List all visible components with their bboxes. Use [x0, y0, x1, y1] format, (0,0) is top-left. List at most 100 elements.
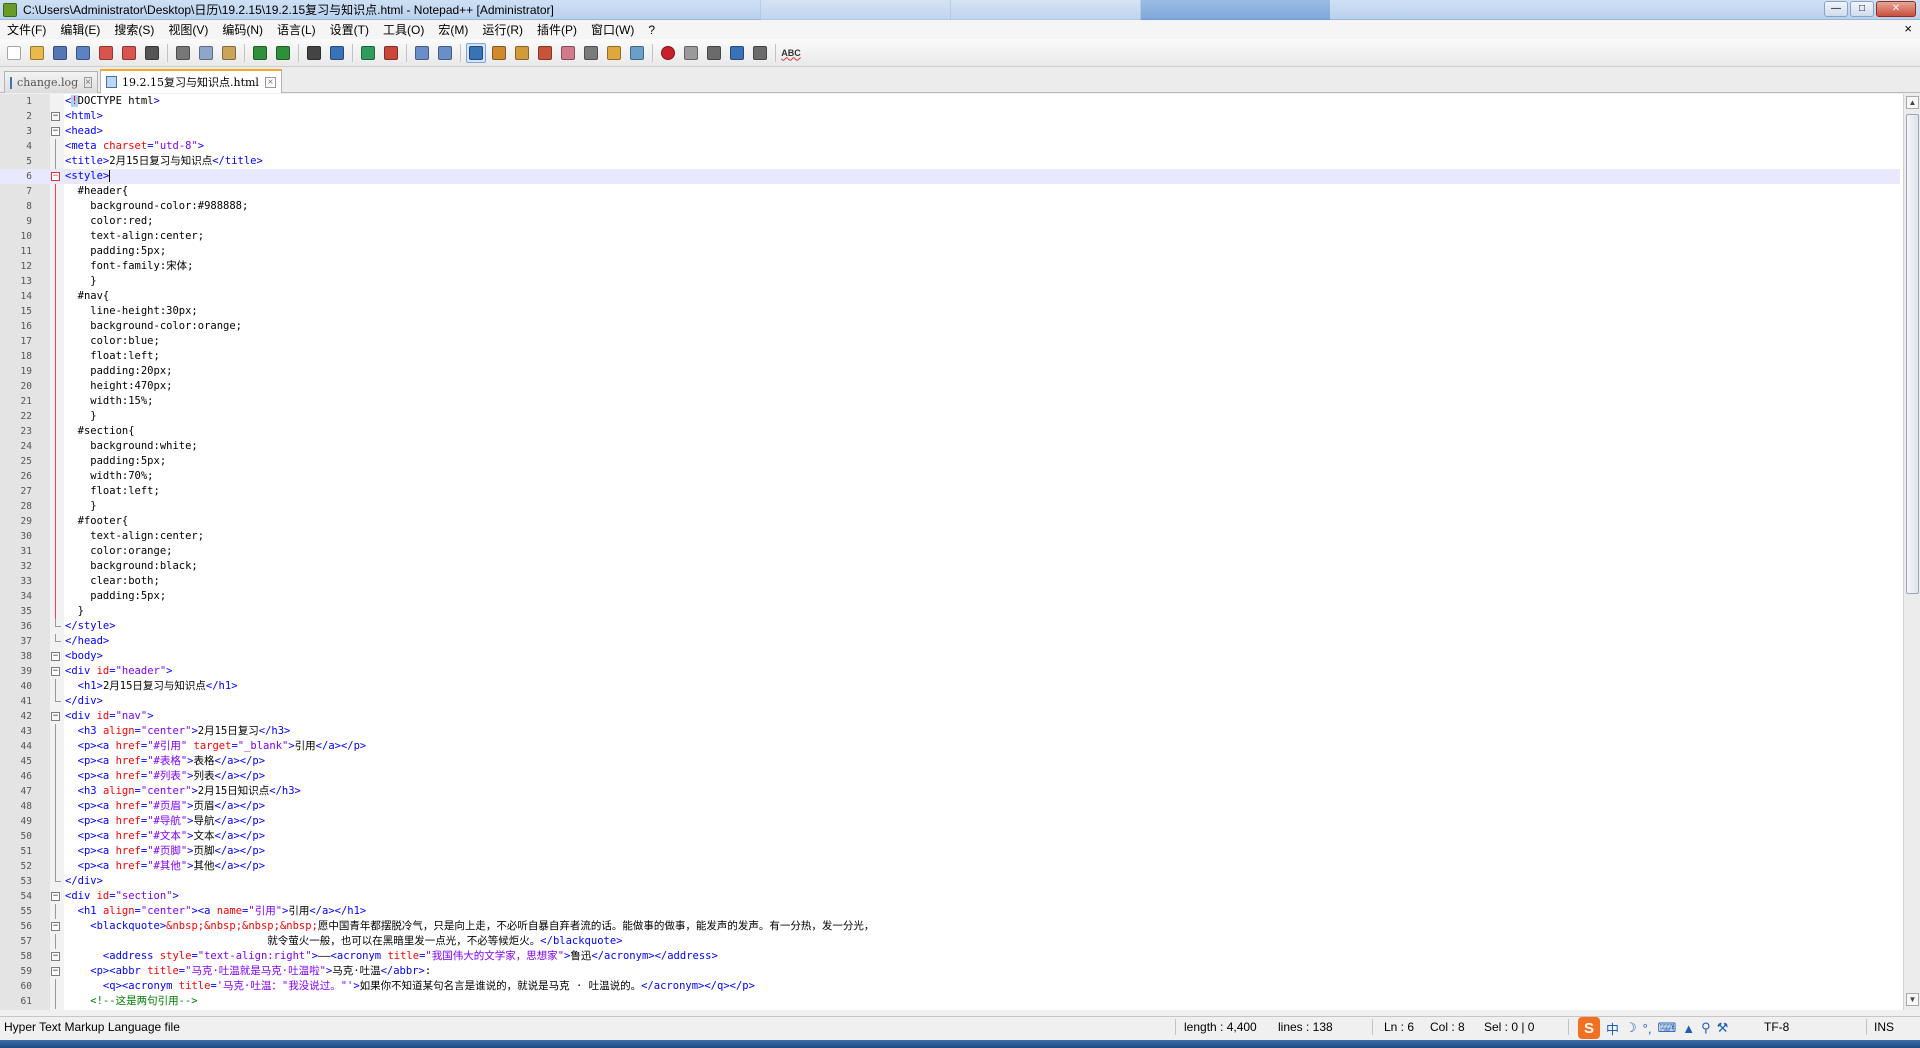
fold-toggle-icon[interactable]: −: [51, 112, 60, 121]
tab-close-icon[interactable]: ×: [264, 76, 276, 88]
new-file-button[interactable]: [4, 43, 24, 63]
code-line[interactable]: 31 color:orange;: [0, 544, 1900, 559]
spell-check-button[interactable]: ABC: [781, 43, 801, 63]
menu-view[interactable]: 视图(V): [161, 21, 215, 38]
save-all-button[interactable]: [73, 43, 93, 63]
save-macro-button[interactable]: [750, 43, 770, 63]
code-line[interactable]: 21 width:15%;: [0, 394, 1900, 409]
code-editor[interactable]: 1 <!DOCTYPE html> 2− <html> 3− <head> 4 <meta c…: [0, 94, 1920, 1010]
code-line[interactable]: 61 <!--这是两句引用-->: [0, 994, 1900, 1009]
menu-window[interactable]: 窗口(W): [584, 21, 641, 38]
fold-toggle-icon[interactable]: −: [51, 892, 60, 901]
search-icon[interactable]: ⚲: [1701, 1020, 1711, 1036]
word-wrap-button[interactable]: [466, 42, 486, 63]
monitor-button[interactable]: [627, 43, 647, 63]
tab-current-file[interactable]: 19.2.15复习与知识点.html ×: [100, 69, 282, 93]
fold-toggle-icon[interactable]: −: [51, 712, 60, 721]
code-line[interactable]: 9 color:red;: [0, 214, 1900, 229]
code-line[interactable]: 33 clear:both;: [0, 574, 1900, 589]
code-line[interactable]: 14 #nav{: [0, 289, 1900, 304]
cut-button[interactable]: [173, 43, 193, 63]
doc-map-button[interactable]: [558, 43, 578, 63]
code-line[interactable]: 11 padding:5px;: [0, 244, 1900, 259]
fold-toggle-icon[interactable]: −: [51, 967, 60, 976]
menu-edit[interactable]: 编辑(E): [53, 21, 107, 38]
code-line[interactable]: 26 width:70%;: [0, 469, 1900, 484]
code-line[interactable]: 27 float:left;: [0, 484, 1900, 499]
tab-close-icon[interactable]: ×: [84, 77, 92, 88]
code-line[interactable]: 41 </div>: [0, 694, 1900, 709]
copy-button[interactable]: [196, 43, 216, 63]
code-line[interactable]: 4 <meta charset="utd-8">: [0, 139, 1900, 154]
stop-record-button[interactable]: [681, 43, 701, 63]
code-line[interactable]: 24 background:white;: [0, 439, 1900, 454]
scroll-thumb[interactable]: [1906, 114, 1919, 594]
fold-toggle-icon[interactable]: −: [51, 952, 60, 961]
code-line[interactable]: 22 }: [0, 409, 1900, 424]
menu-file[interactable]: 文件(F): [0, 21, 53, 38]
code-line[interactable]: 23 #section{: [0, 424, 1900, 439]
status-encoding[interactable]: TF-8: [1764, 1020, 1789, 1034]
fold-toggle-icon[interactable]: −: [51, 127, 60, 136]
paste-button[interactable]: [219, 43, 239, 63]
ime-toolbar[interactable]: S 中 ☽ °, ⌨ ▲ ⚲ ⚒: [1578, 1017, 1728, 1039]
close-button[interactable]: [96, 43, 116, 63]
function-list-button[interactable]: [581, 43, 601, 63]
code-line[interactable]: 8 background-color:#988888;: [0, 199, 1900, 214]
code-line[interactable]: 51 <p><a href="#页脚">页脚</a></p>: [0, 844, 1900, 859]
close-all-button[interactable]: [119, 43, 139, 63]
code-line[interactable]: 13 }: [0, 274, 1900, 289]
code-line[interactable]: 30 text-align:center;: [0, 529, 1900, 544]
code-line[interactable]: 6 − <style>: [0, 169, 1900, 184]
code-line[interactable]: 56 − <blackquote>&nbsp;&nbsp;&nbsp;&nbsp;…: [0, 919, 1900, 934]
save-button[interactable]: [50, 43, 70, 63]
code-line[interactable]: 15 line-height:30px;: [0, 304, 1900, 319]
tab-change-log[interactable]: change.log ×: [4, 71, 98, 93]
code-line[interactable]: 49 <p><a href="#导航">导航</a></p>: [0, 814, 1900, 829]
open-file-button[interactable]: [27, 43, 47, 63]
code-line[interactable]: 42 − <div id="nav">: [0, 709, 1900, 724]
code-line[interactable]: 57 就令萤火一般，也可以在黑暗里发一点光，不必等候炬火。</blackquot…: [0, 934, 1900, 949]
code-line[interactable]: 25 padding:5px;: [0, 454, 1900, 469]
menu-run[interactable]: 运行(R): [475, 21, 530, 38]
menu-search[interactable]: 搜索(S): [107, 21, 161, 38]
code-line[interactable]: 19 padding:20px;: [0, 364, 1900, 379]
code-line[interactable]: 1 <!DOCTYPE html>: [0, 94, 1900, 109]
close-window-button[interactable]: ✕: [1876, 1, 1916, 17]
code-line[interactable]: 55 <h1 align="center"><a name="引用">引用</a…: [0, 904, 1900, 919]
zoom-in-button[interactable]: [358, 43, 378, 63]
show-all-chars-button[interactable]: [489, 43, 509, 63]
code-line[interactable]: 58 − <address style="text-align:right">——…: [0, 949, 1900, 964]
code-line[interactable]: 20 height:470px;: [0, 379, 1900, 394]
keyboard-icon[interactable]: ⌨: [1657, 1020, 1676, 1036]
redo-button[interactable]: [273, 43, 293, 63]
minimize-button[interactable]: —: [1824, 1, 1848, 17]
code-line[interactable]: 10 text-align:center;: [0, 229, 1900, 244]
code-line[interactable]: 12 font-family:宋体;: [0, 259, 1900, 274]
code-line[interactable]: 37 </head>: [0, 634, 1900, 649]
code-line[interactable]: 36 </style>: [0, 619, 1900, 634]
fold-toggle-icon[interactable]: −: [51, 652, 60, 661]
code-line[interactable]: 3 − <head>: [0, 124, 1900, 139]
status-insert-mode[interactable]: INS: [1874, 1020, 1894, 1034]
indent-guide-button[interactable]: [512, 43, 532, 63]
menu-plugins[interactable]: 插件(P): [530, 21, 584, 38]
code-line[interactable]: 46 <p><a href="#列表">列表</a></p>: [0, 769, 1900, 784]
code-line[interactable]: 18 float:left;: [0, 349, 1900, 364]
code-line[interactable]: 28 }: [0, 499, 1900, 514]
zoom-out-button[interactable]: [381, 43, 401, 63]
fold-toggle-icon[interactable]: −: [51, 667, 60, 676]
code-line[interactable]: 44 <p><a href="#引用" target="_blank">引用</…: [0, 739, 1900, 754]
menu-encoding[interactable]: 编码(N): [215, 21, 270, 38]
code-line[interactable]: 32 background:black;: [0, 559, 1900, 574]
code-line[interactable]: 50 <p><a href="#文本">文本</a></p>: [0, 829, 1900, 844]
sync-horizontal-button[interactable]: [435, 43, 455, 63]
sogou-ime-logo-icon[interactable]: S: [1578, 1017, 1600, 1039]
undo-button[interactable]: [250, 43, 270, 63]
scroll-up-arrow-icon[interactable]: ▲: [1906, 96, 1919, 109]
code-line[interactable]: 43 <h3 align="center">2月15日复习</h3>: [0, 724, 1900, 739]
close-document-button[interactable]: ×: [1904, 21, 1912, 36]
folder-workspace-button[interactable]: [604, 43, 624, 63]
code-line[interactable]: 59 − <p><abbr title="马克·吐温就是马克·吐温啦">马克·吐温…: [0, 964, 1900, 979]
code-line[interactable]: 29 #footer{: [0, 514, 1900, 529]
